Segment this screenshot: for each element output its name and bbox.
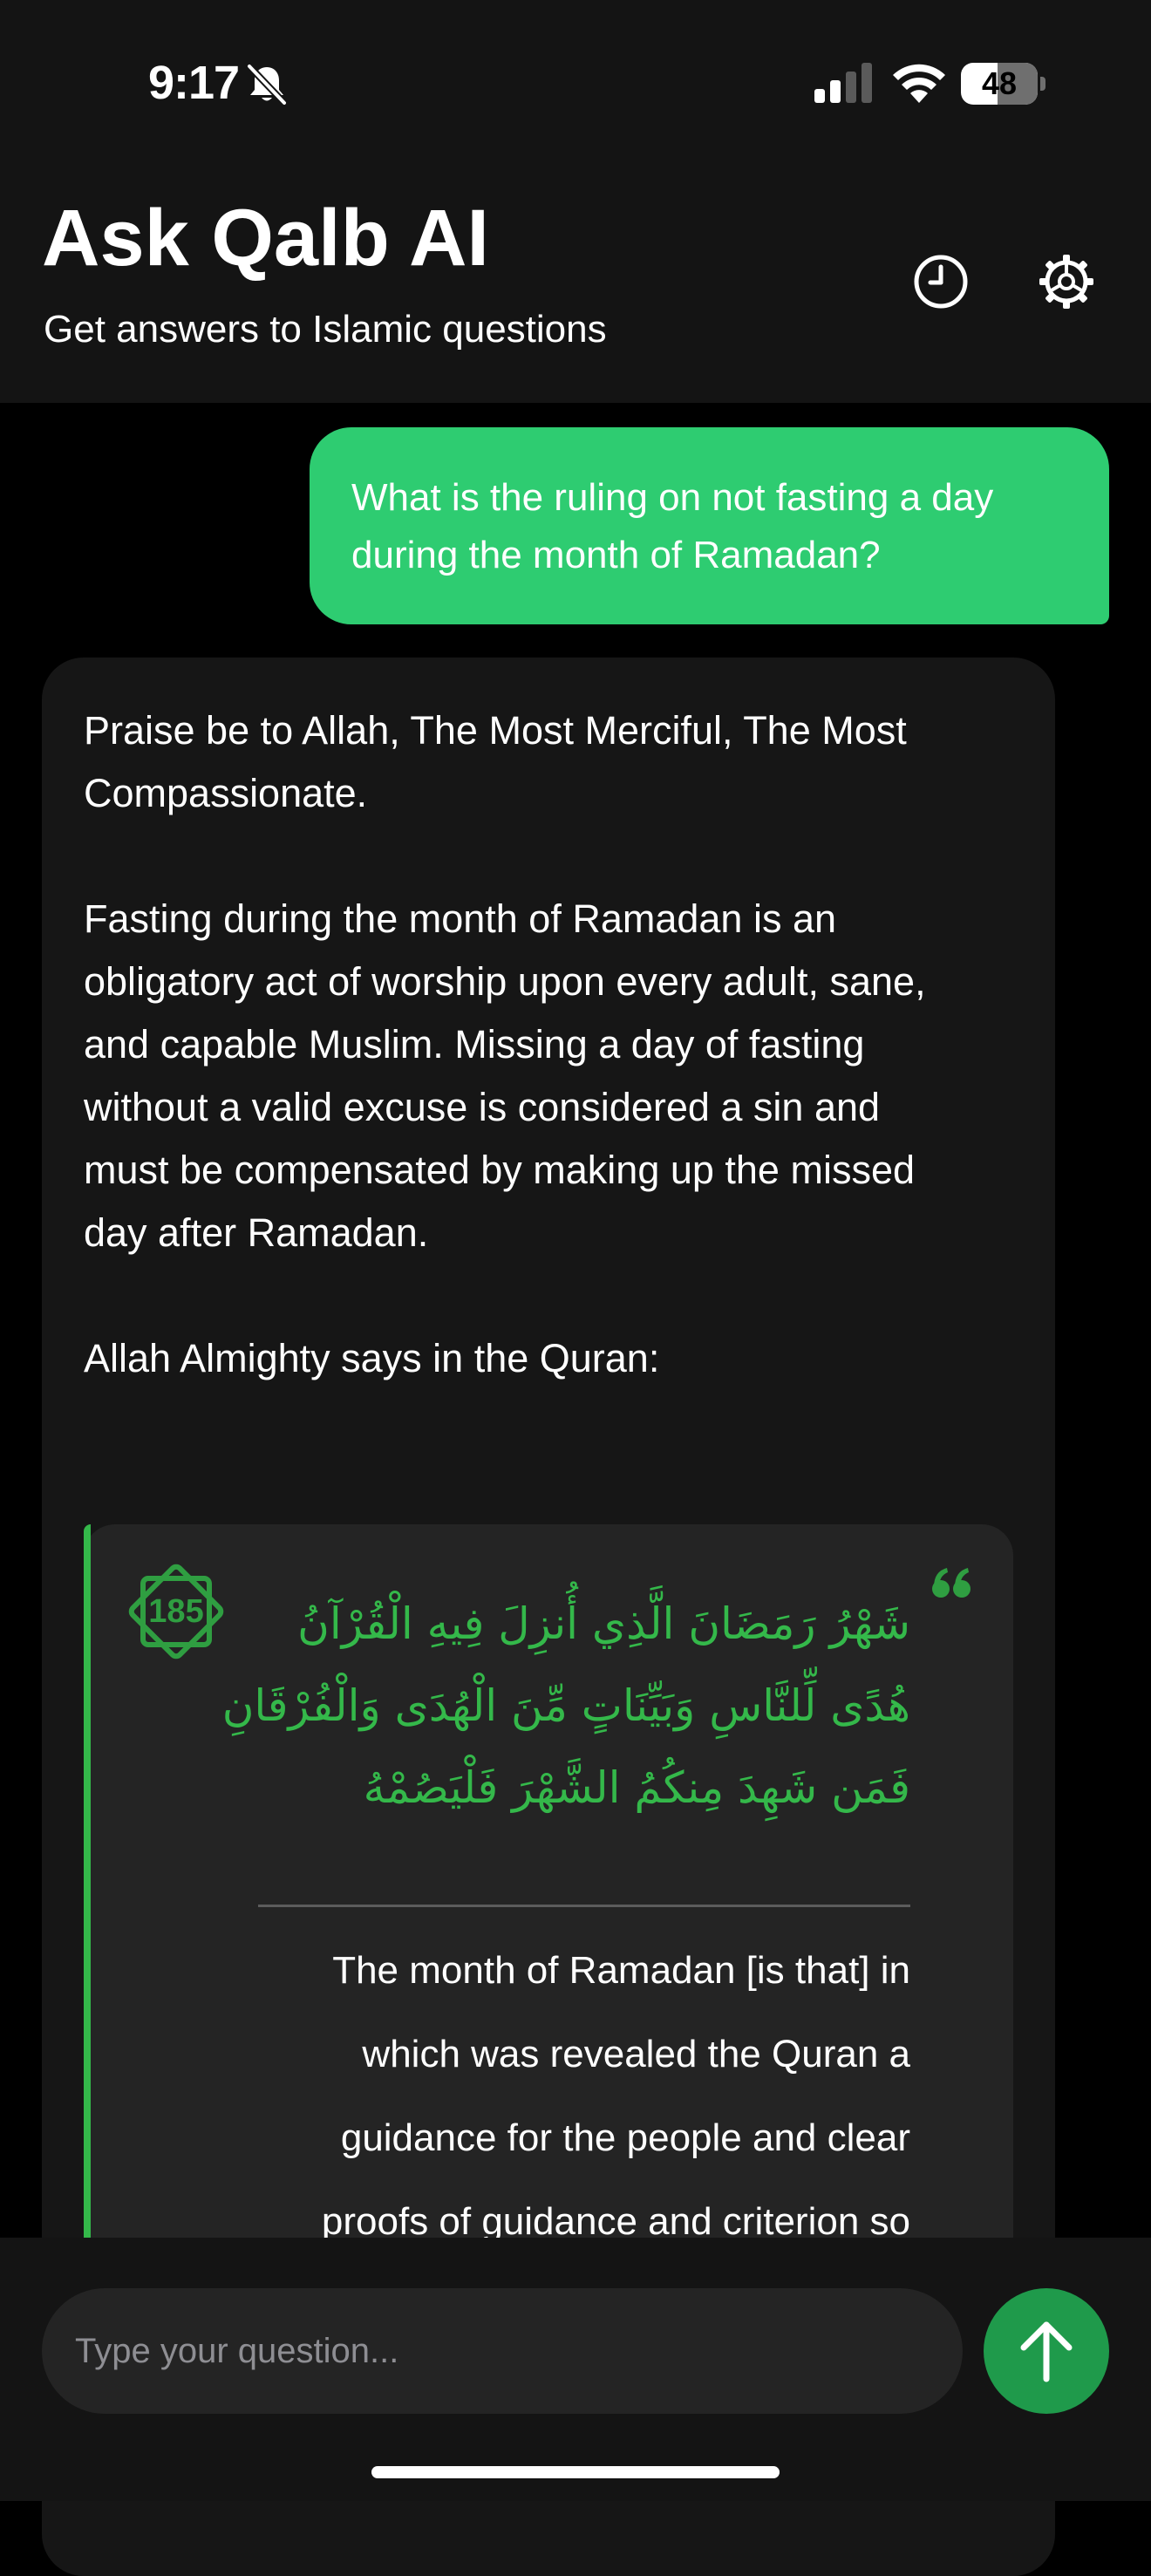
- answer-line: Allah Almighty says in the Quran:: [84, 1336, 660, 1380]
- answer-line: Compassionate.: [84, 771, 368, 815]
- arrow-up-icon: [1020, 2321, 1073, 2382]
- answer-line: without a valid excuse is considered a s…: [84, 1085, 881, 1129]
- answer-line: must be compensated by making up the mis…: [84, 1148, 915, 1192]
- battery-icon: 48: [961, 63, 1045, 105]
- status-bar: 9:17 48: [0, 0, 1151, 166]
- verse-divider: [258, 1905, 910, 1907]
- answer-paragraph-3: Allah Almighty says in the Quran:: [84, 1327, 1025, 1390]
- quote-icon: [932, 1568, 971, 1598]
- bell-slash-icon: [246, 63, 288, 106]
- clock-icon[interactable]: [912, 253, 970, 310]
- user-message-line: during the month of Ramadan?: [351, 534, 881, 576]
- arabic-verse-line: فَمَن شَهِدَ مِنكُمُ الشَّهْرَ فَلْيَصُم…: [363, 1762, 910, 1813]
- verse-translation-line: The month of Ramadan [is that] in: [332, 1949, 910, 1992]
- send-button[interactable]: [984, 2288, 1109, 2414]
- user-message-bubble: What is the ruling on not fasting a day …: [310, 427, 1109, 624]
- verse-translation-line: which was revealed the Quran a: [362, 2033, 910, 2075]
- question-input[interactable]: [42, 2288, 963, 2414]
- answer-paragraph-1: Praise be to Allah, The Most Merciful, T…: [84, 699, 1025, 825]
- app-subtitle: Get answers to Islamic questions: [44, 308, 607, 351]
- battery-level: 48: [981, 65, 1018, 101]
- home-indicator: [371, 2466, 780, 2478]
- arabic-verse-line: هُدًى لِّلنَّاسِ وَبَيِّنَاتٍ مِّنَ الْه…: [221, 1680, 910, 1731]
- answer-line: Praise be to Allah, The Most Merciful, T…: [84, 708, 907, 753]
- status-time: 9:17: [148, 57, 240, 109]
- wifi-icon: [893, 64, 945, 103]
- answer-paragraph-2: Fasting during the month of Ramadan is a…: [84, 888, 1025, 1264]
- answer-line: Fasting during the month of Ramadan is a…: [84, 896, 836, 941]
- user-message-line: What is the ruling on not fasting a day: [351, 476, 994, 519]
- answer-line: day after Ramadan.: [84, 1210, 429, 1255]
- cellular-signal-icon: [814, 63, 872, 103]
- verse-translation-line: guidance for the people and clear: [340, 2116, 910, 2159]
- answer-line: and capable Muslim. Missing a day of fas…: [84, 1022, 865, 1067]
- answer-line: obligatory act of worship upon every adu…: [84, 959, 926, 1004]
- app-title: Ask Qalb AI: [42, 194, 489, 283]
- verse-number: 185: [148, 1593, 204, 1630]
- gear-icon[interactable]: [1038, 253, 1095, 310]
- arabic-verse-line: شَهْرُ رَمَضَانَ الَّذِي أُنزِلَ فِيهِ ا…: [297, 1598, 910, 1649]
